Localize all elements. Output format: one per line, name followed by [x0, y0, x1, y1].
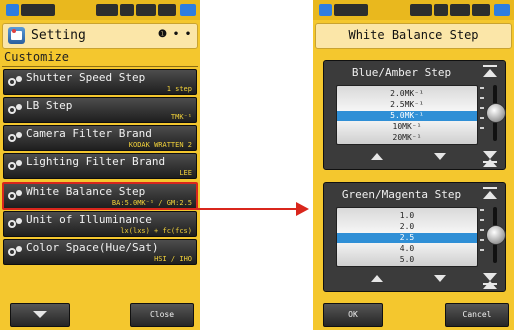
picker-option[interactable]: 2.0MK⁻¹	[337, 89, 477, 99]
status-icon	[120, 4, 134, 16]
picker-option-selected[interactable]: 2.5	[337, 233, 477, 243]
picker-option[interactable]: 20MK⁻¹	[337, 133, 477, 143]
wireless-icon	[494, 4, 510, 16]
ok-button[interactable]: OK	[323, 303, 383, 327]
arrow-up-icon[interactable]	[371, 275, 383, 282]
menu-item-white-balance-step[interactable]: White Balance Step BA:5.0MK⁻¹ / GM:2.5	[2, 182, 198, 210]
menu-item-unit-of-illuminance[interactable]: Unit of Illuminance lx(lxs) + fc(fcs)	[3, 211, 197, 237]
gear-icon	[8, 218, 22, 230]
scroll-bottom-button[interactable]	[481, 273, 499, 289]
menu-item-value: HSI / IHO	[154, 255, 192, 263]
status-icon	[410, 4, 432, 16]
menu-item-label: Unit of Illuminance	[26, 213, 152, 226]
section-label: Customize	[4, 50, 70, 64]
menu-item-label: Camera Filter Brand	[26, 127, 152, 140]
channel-indicator	[334, 4, 368, 16]
chevron-down-icon	[33, 311, 47, 318]
menu-item-camera-filter-brand[interactable]: Camera Filter Brand KODAK WRATTEN 2	[3, 125, 197, 151]
arrow-top-icon	[483, 191, 497, 199]
gear-icon	[8, 190, 22, 202]
gear-icon	[8, 76, 22, 88]
menu-item-shutter-speed-step[interactable]: Shutter Speed Step 1 step	[3, 69, 197, 95]
battery-icon	[319, 4, 332, 16]
status-icon	[434, 4, 448, 16]
arrow-down-icon[interactable]	[434, 275, 446, 282]
status-icon	[472, 4, 490, 16]
green-magenta-step-group: Green/Magenta Step 1.0 2.0 2.5 4.0 5.0	[323, 182, 506, 292]
wireless-icon	[180, 4, 196, 16]
scroll-down-button[interactable]	[10, 303, 70, 327]
scale-ticks	[480, 87, 484, 137]
connector-arrow-line	[195, 208, 297, 210]
blue-amber-slider[interactable]	[486, 85, 506, 141]
title-bar: Setting ❶ • •	[2, 23, 198, 49]
status-icon	[450, 4, 470, 16]
slider-knob[interactable]	[486, 103, 506, 123]
status-icon	[96, 4, 118, 16]
status-icon	[136, 4, 156, 16]
scroll-bottom-button[interactable]	[481, 151, 499, 167]
menu-item-value: TMK⁻¹	[170, 113, 192, 121]
title-bar: White Balance Step	[315, 23, 512, 49]
channel-indicator	[21, 4, 55, 16]
gear-icon	[8, 160, 22, 172]
green-magenta-slider[interactable]	[486, 207, 506, 263]
group-title: Blue/Amber Step	[351, 66, 452, 79]
scroll-top-button[interactable]	[481, 65, 499, 79]
scroll-top-button[interactable]	[481, 187, 499, 201]
menu-item-value: 1 step	[166, 85, 192, 93]
menu-item-color-space[interactable]: Color Space(Hue/Sat) HSI / IHO	[3, 239, 197, 265]
status-icon	[158, 4, 176, 16]
menu-item-value: lx(lxs) + fc(fcs)	[120, 227, 192, 235]
menu-item-label: Shutter Speed Step	[26, 71, 146, 84]
page-title: White Balance Step	[348, 28, 479, 42]
menu-item-label: Lighting Filter Brand	[26, 155, 166, 168]
scale-ticks	[480, 209, 484, 259]
setting-screen: Setting ❶ • • Customize Shutter Speed St…	[0, 0, 200, 330]
arrow-up-icon[interactable]	[371, 153, 383, 160]
arrow-down-icon[interactable]	[434, 153, 446, 160]
picker-option[interactable]: 4.0	[337, 244, 477, 254]
green-magenta-picker[interactable]: 1.0 2.0 2.5 4.0 5.0	[336, 207, 478, 267]
status-bar	[313, 0, 514, 20]
battery-icon	[6, 4, 19, 16]
blue-amber-step-group: Blue/Amber Step 2.0MK⁻¹ 2.5MK⁻¹ 5.0MK⁻¹ …	[323, 60, 506, 170]
divider	[2, 66, 198, 67]
picker-option[interactable]: 2.5MK⁻¹	[337, 100, 477, 110]
picker-option[interactable]: 5.0	[337, 255, 477, 265]
cancel-button[interactable]: Cancel	[445, 303, 509, 327]
picker-option[interactable]: 10MK⁻¹	[337, 122, 477, 132]
arrow-right-icon	[296, 202, 309, 216]
menu-item-lighting-filter-brand[interactable]: Lighting Filter Brand LEE	[3, 153, 197, 179]
menu-item-value: LEE	[179, 169, 192, 177]
menu-item-value: BA:5.0MK⁻¹ / GM:2.5	[111, 199, 192, 207]
gear-icon	[8, 246, 22, 258]
arrow-top-icon	[483, 69, 497, 77]
arrow-bottom-icon	[483, 151, 497, 167]
group-title: Green/Magenta Step	[341, 188, 462, 201]
page-indicator[interactable]: ❶ • •	[158, 29, 191, 40]
page-title: Setting	[31, 28, 86, 43]
blue-amber-picker[interactable]: 2.0MK⁻¹ 2.5MK⁻¹ 5.0MK⁻¹ 10MK⁻¹ 20MK⁻¹	[336, 85, 478, 145]
gear-icon	[8, 132, 22, 144]
menu-item-label: LB Step	[26, 99, 73, 112]
menu-item-label: Color Space(Hue/Sat)	[26, 241, 159, 254]
picker-option[interactable]: 2.0	[337, 222, 477, 232]
slider-knob[interactable]	[486, 225, 506, 245]
menu-item-value: KODAK WRATTEN 2	[128, 141, 192, 149]
close-button[interactable]: Close	[130, 303, 194, 327]
menu-item-label: White Balance Step	[26, 185, 146, 198]
picker-option[interactable]: 1.0	[337, 211, 477, 221]
settings-icon	[8, 27, 25, 44]
white-balance-step-screen: White Balance Step Blue/Amber Step 2.0MK…	[313, 0, 514, 330]
menu-item-lb-step[interactable]: LB Step TMK⁻¹	[3, 97, 197, 123]
arrow-bottom-icon	[483, 273, 497, 289]
gear-icon	[8, 104, 22, 116]
status-bar	[0, 0, 200, 20]
picker-option-selected[interactable]: 5.0MK⁻¹	[337, 111, 477, 121]
